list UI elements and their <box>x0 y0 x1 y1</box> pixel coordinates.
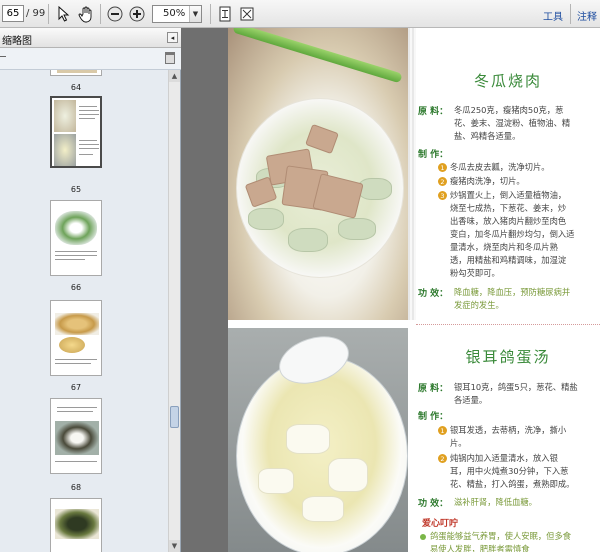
dish1-step-line: 透，用精盐和鸡精调味，加湿淀 <box>450 255 567 265</box>
thumbnail-panel: 缩略图 ◂ 64 65 66 67 68 ▲ ▼ <box>0 28 181 552</box>
dish2-step-line: 炖锅内加入适量清水，放入银 <box>450 453 558 463</box>
close-icon[interactable]: ◂ <box>167 32 178 43</box>
panel-title: 缩略图 <box>2 36 32 47</box>
toolbar-separator <box>100 4 101 24</box>
dish1-photo <box>228 28 408 320</box>
select-arrow-icon[interactable] <box>54 4 74 24</box>
dish1-step-line: 变白，加冬瓜片翻炒均匀，倒入适 <box>450 229 575 239</box>
decorative-border <box>408 28 416 320</box>
panel-header: 缩略图 ◂ <box>0 28 181 48</box>
thumbnail-image <box>54 100 76 132</box>
dish2-ingredients-label: 原 料： <box>418 384 449 394</box>
dish2-effect-label: 功 效： <box>418 499 449 509</box>
scroll-down-icon[interactable]: ▼ <box>169 540 180 552</box>
dish1-ingredients-line: 冬瓜250克，瘦猪肉50克，葱 <box>454 105 564 115</box>
thumbnail-image <box>55 421 99 455</box>
dish2-method-label: 制 作： <box>418 412 449 422</box>
thumbnail-image <box>59 337 85 353</box>
dish2-step-line: 银耳发透，去蒂柄，洗净，撕小 <box>450 425 567 435</box>
dish1-effect-label: 功 效： <box>418 289 449 299</box>
document-page: 冬瓜烧肉 原 料： 冬瓜250克，瘦猪肉50克，葱 花、姜末、湿淀粉、植物油、精… <box>228 28 600 552</box>
fit-width-icon[interactable] <box>237 4 257 24</box>
tips-title: 爱心叮咛 <box>422 519 459 529</box>
step-badge: 2 <box>438 454 447 463</box>
thumbnail-scrollbar[interactable]: ▲ ▼ <box>168 70 180 552</box>
scrollbar-thumb[interactable] <box>170 406 179 428</box>
dish2-effect-line: 滋补肝肾，降低血糖。 <box>454 497 537 507</box>
thumbnail-label: 66 <box>70 283 82 292</box>
options-menu-icon[interactable] <box>0 56 6 57</box>
dish1-ingredients-line: 盐、鸡精各适量。 <box>454 131 521 141</box>
trash-icon[interactable] <box>165 52 175 64</box>
thumbnail-label: 68 <box>70 483 82 492</box>
dish1-step-line: 炒锅置火上，倒入适量植物油， <box>450 190 567 200</box>
tip-line: 易使人发胖，肥胖者需慎食 <box>430 544 530 552</box>
dish1-effect-line: 降血糖，降血压，预防糖尿病并 <box>454 287 571 297</box>
thumbnail-label: 67 <box>70 383 82 392</box>
dish1-effect-line: 发症的发生。 <box>454 300 504 310</box>
dish1-step-line: 量清水，烧至肉片和冬瓜片熟 <box>450 242 558 252</box>
chevron-down-icon[interactable]: ▼ <box>189 6 201 22</box>
dish1-step-line: 粉勾芡即可。 <box>450 268 500 278</box>
toolbar: / 99 50% ▼ 工具 注释 <box>0 0 600 28</box>
thumbnail-image <box>57 70 97 73</box>
dish1-ingredients-line: 花、姜末、湿淀粉、植物油、精 <box>454 118 571 128</box>
step-badge: 1 <box>438 426 447 435</box>
thumbnail-image <box>55 509 99 539</box>
comment-button[interactable]: 注释 <box>577 8 597 23</box>
tip-bullet-icon <box>420 534 426 540</box>
thumbnail-image <box>54 134 76 166</box>
recipe-text-column: 冬瓜烧肉 原 料： 冬瓜250克，瘦猪肉50克，葱 花、姜末、湿淀粉、植物油、精… <box>416 28 600 552</box>
thumbnail-page-65[interactable] <box>50 96 102 168</box>
hand-icon[interactable] <box>76 4 96 24</box>
thumbnail-image <box>55 313 99 335</box>
bowl <box>236 356 408 552</box>
zoom-in-icon[interactable] <box>127 4 147 24</box>
step-badge: 2 <box>438 177 447 186</box>
dish1-step-line: 出香味，放入猪肉片翻炒至肉色 <box>450 216 567 226</box>
dish1-method-label: 制 作： <box>418 150 449 160</box>
page-total: / 99 <box>26 8 46 19</box>
thumbnail-label: 65 <box>70 185 82 194</box>
thumbnail-page-67[interactable] <box>50 300 102 376</box>
step-badge: 3 <box>438 191 447 200</box>
dish1-title: 冬瓜烧肉 <box>473 72 542 90</box>
dish2-ingredients-line: 银耳10克，鸽蛋5只，葱花、精盐 <box>454 382 578 392</box>
panel-options-bar <box>0 48 181 70</box>
dish2-title: 银耳鸽蛋汤 <box>465 348 551 366</box>
dish2-step-line: 片。 <box>450 438 467 448</box>
tools-button[interactable]: 工具 <box>543 8 563 23</box>
dish2-step-line: 花、精盐，打入鸽蛋，煮熟即成。 <box>450 479 575 489</box>
dish2-ingredients-line: 各适量。 <box>454 395 488 405</box>
zoom-value: 50% <box>163 8 186 19</box>
thumbnail-label: 64 <box>70 83 82 92</box>
dish2-step-line: 耳，用中火炖煮30分钟，下入葱 <box>450 466 569 476</box>
dish2-photo <box>228 327 408 552</box>
fit-page-icon[interactable] <box>215 4 235 24</box>
thumbnail-image <box>55 211 97 245</box>
dish1-step-line: 烧至七成热，下葱花、姜末，炒 <box>450 203 567 213</box>
toolbar-separator <box>48 4 49 24</box>
document-viewer[interactable]: 冬瓜烧肉 原 料： 冬瓜250克，瘦猪肉50克，葱 花、姜末、湿淀粉、植物油、精… <box>181 28 600 552</box>
page-number-input[interactable] <box>2 5 24 22</box>
toolbar-separator <box>210 4 211 24</box>
thumbnail-page-64[interactable] <box>50 70 102 76</box>
zoom-out-icon[interactable] <box>105 4 125 24</box>
dish1-step-line: 冬瓜去皮去瓤，洗净切片。 <box>450 162 550 172</box>
scroll-up-icon[interactable]: ▲ <box>169 70 180 82</box>
thumbnail-page-66[interactable] <box>50 200 102 276</box>
zoom-select[interactable]: 50% ▼ <box>152 5 202 23</box>
scallion-garnish <box>232 28 403 84</box>
thumbnail-page-68[interactable] <box>50 398 102 474</box>
dish1-ingredients-label: 原 料： <box>418 107 449 117</box>
thumbnail-list[interactable]: 64 65 66 67 68 <box>0 70 168 552</box>
dish1-step-line: 瘦猪肉洗净，切片。 <box>450 176 525 186</box>
section-divider <box>416 324 600 325</box>
tip-line: 鸽蛋能够益气养胃，使人安眠，但多食 <box>430 531 572 541</box>
step-badge: 1 <box>438 163 447 172</box>
toolbar-separator <box>570 4 571 24</box>
thumbnail-page-69[interactable] <box>50 498 102 552</box>
